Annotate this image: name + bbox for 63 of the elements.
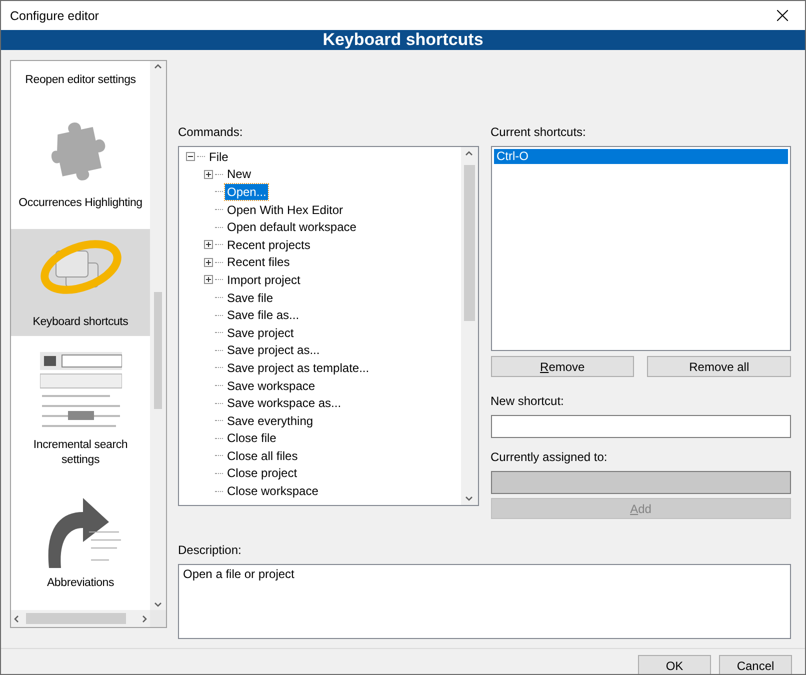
scroll-down-icon[interactable]	[154, 601, 162, 608]
scroll-right-icon[interactable]	[141, 614, 148, 622]
tree-item[interactable]: Save project as template...	[225, 360, 372, 376]
remove-button[interactable]: Remove	[490, 356, 634, 377]
category-label: Keyboard shortcuts	[32, 315, 128, 330]
new-shortcut-label: New shortcut:	[490, 394, 565, 409]
tree-item[interactable]: Close project	[225, 465, 300, 482]
tree-item[interactable]: Recent projects	[225, 236, 312, 253]
tree-item[interactable]: Save file	[225, 290, 276, 306]
dialog-button[interactable]: OK	[638, 655, 711, 674]
tree-item[interactable]: Save workspace	[225, 378, 318, 394]
assigned-label: Currently assigned to:	[490, 450, 608, 465]
description-field: Open a file or project	[178, 564, 791, 639]
tree-item[interactable]: File	[207, 148, 230, 165]
close-icon[interactable]	[776, 10, 788, 21]
scroll-up-icon[interactable]	[154, 63, 162, 70]
category-item[interactable]: Incremental search settings	[11, 348, 150, 474]
tree-item[interactable]: Close workspace	[225, 483, 320, 500]
tree-item[interactable]: Save project	[225, 324, 296, 341]
category-label: Incremental search settings	[32, 438, 129, 468]
expand-icon[interactable]	[204, 258, 213, 267]
tree-item[interactable]: Recent files	[225, 254, 292, 270]
scroll-left-icon[interactable]	[13, 614, 20, 622]
expand-icon[interactable]	[204, 240, 213, 250]
scroll-up-icon[interactable]	[465, 150, 473, 157]
scrollbar-thumb[interactable]	[154, 292, 162, 409]
tree-item[interactable]: Save project as...	[225, 342, 322, 358]
shortcut-item[interactable]: Ctrl-O	[494, 149, 788, 164]
tree-item[interactable]: Import project	[225, 272, 302, 288]
tree-item[interactable]: Open default workspace	[225, 219, 358, 236]
category-item[interactable]: Abbreviations	[11, 486, 150, 597]
category-label: Abbreviations	[46, 576, 114, 591]
category-item[interactable]: Reopen editor settings	[11, 61, 150, 94]
horizontal-scrollbar[interactable]	[11, 610, 150, 627]
collapse-icon[interactable]	[186, 152, 195, 162]
scrollbar-corner	[150, 610, 166, 627]
scroll-down-icon[interactable]	[465, 495, 473, 502]
tree-item[interactable]: Close all files	[225, 448, 300, 464]
current-shortcuts-label: Current shortcuts:	[490, 125, 587, 140]
expand-icon[interactable]	[204, 275, 213, 284]
category-label: Occurrences Highlighting	[18, 196, 142, 211]
tree-item[interactable]: Save file as...	[225, 307, 302, 324]
window-title: Configure editor	[10, 8, 99, 22]
header-title: Keyboard shortcuts	[322, 30, 484, 50]
category-label: Reopen editor settings	[25, 73, 136, 88]
description-label: Description:	[178, 543, 242, 558]
tree-item[interactable]: Close file	[225, 430, 278, 446]
tree-item[interactable]: Open...	[225, 184, 268, 200]
expand-icon[interactable]	[204, 170, 213, 179]
tree-item[interactable]: New	[225, 166, 254, 182]
dialog-button[interactable]: Cancel	[719, 655, 792, 674]
category-item[interactable]: Keyboard shortcuts	[11, 229, 150, 336]
new-shortcut-field[interactable]	[490, 415, 791, 438]
vertical-scrollbar[interactable]	[460, 147, 478, 505]
tree-item[interactable]: Save workspace as...	[225, 395, 344, 412]
scrollbar-thumb[interactable]	[464, 165, 474, 321]
remove-button[interactable]: Remove all	[647, 356, 791, 377]
tree-item[interactable]: Open With Hex Editor	[225, 202, 346, 218]
scrollbar-thumb[interactable]	[26, 613, 126, 624]
vertical-scrollbar[interactable]	[150, 61, 166, 610]
category-item[interactable]: Occurrences Highlighting	[11, 112, 150, 217]
tree-item[interactable]: Save everything	[225, 412, 316, 429]
commands-label: Commands:	[178, 125, 244, 140]
